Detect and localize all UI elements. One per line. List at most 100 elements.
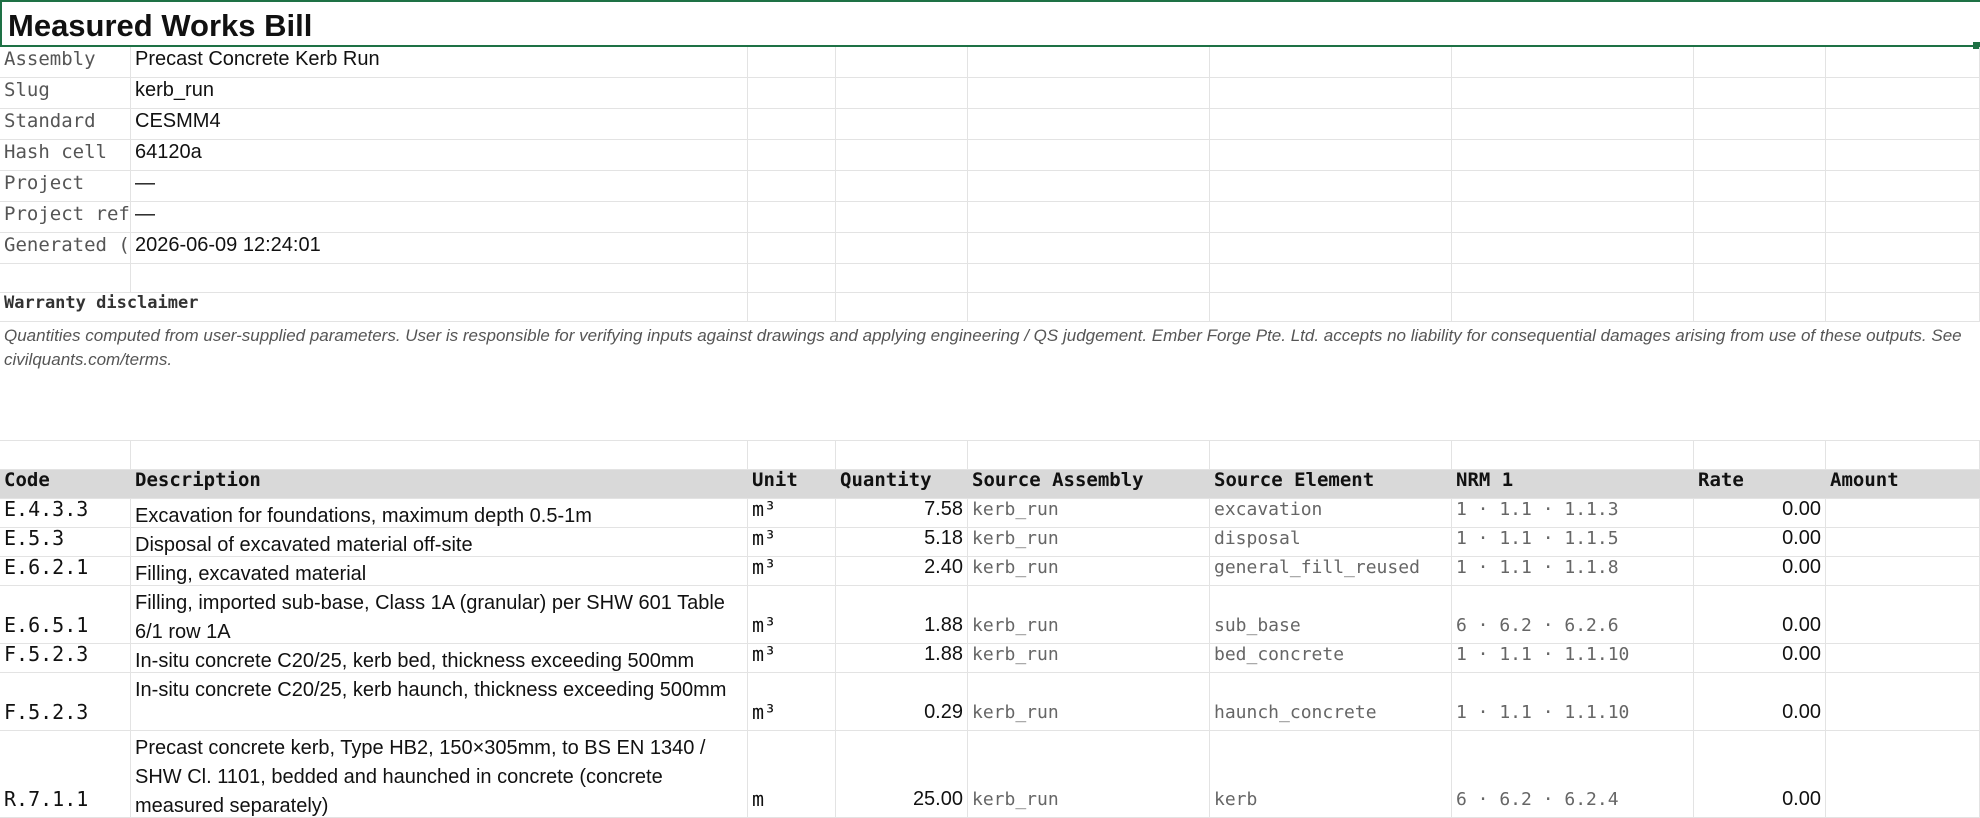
nrm-cell[interactable]: 1 · 1.1 · 1.1.10 [1452, 673, 1694, 730]
rate-cell[interactable]: 0.00 [1694, 499, 1826, 527]
source-assembly-cell[interactable]: kerb_run [968, 731, 1210, 817]
empty-cell[interactable] [1694, 140, 1826, 170]
empty-cell[interactable] [968, 293, 1210, 321]
empty-cell[interactable] [836, 441, 968, 469]
empty-cell[interactable] [968, 47, 1210, 77]
source-element-cell[interactable]: general_fill_reused [1210, 557, 1452, 585]
quantity-cell[interactable]: 5.18 [836, 528, 968, 556]
description-cell[interactable]: In-situ concrete C20/25, kerb haunch, th… [131, 673, 748, 730]
nrm-cell[interactable]: 6 · 6.2 · 6.2.6 [1452, 586, 1694, 643]
empty-cell[interactable] [1452, 264, 1694, 292]
empty-cell[interactable] [1826, 171, 1980, 201]
source-assembly-cell[interactable]: kerb_run [968, 673, 1210, 730]
meta-label[interactable]: Hash cell [0, 140, 131, 170]
source-assembly-cell[interactable]: kerb_run [968, 644, 1210, 672]
nrm-cell[interactable]: 1 · 1.1 · 1.1.3 [1452, 499, 1694, 527]
column-header[interactable]: Source Element [1210, 470, 1452, 498]
column-header[interactable]: Code [0, 470, 131, 498]
empty-cell[interactable] [1826, 140, 1980, 170]
code-cell[interactable]: E.6.2.1 [0, 557, 131, 585]
empty-cell[interactable] [1452, 47, 1694, 77]
source-assembly-cell[interactable]: kerb_run [968, 586, 1210, 643]
code-cell[interactable]: E.6.5.1 [0, 586, 131, 643]
unit-cell[interactable]: m³ [748, 586, 836, 643]
empty-cell[interactable] [1452, 441, 1694, 469]
source-element-cell[interactable]: sub_base [1210, 586, 1452, 643]
empty-cell[interactable] [748, 109, 836, 139]
empty-cell[interactable] [1826, 264, 1980, 292]
empty-cell[interactable] [968, 109, 1210, 139]
rate-cell[interactable]: 0.00 [1694, 644, 1826, 672]
description-cell[interactable]: Disposal of excavated material off-site [131, 528, 748, 556]
source-element-cell[interactable]: excavation [1210, 499, 1452, 527]
empty-cell[interactable] [748, 293, 836, 321]
empty-cell[interactable] [1694, 441, 1826, 469]
empty-cell[interactable] [1452, 78, 1694, 108]
unit-cell[interactable]: m³ [748, 673, 836, 730]
disclaimer-text[interactable]: Quantities computed from user-supplied p… [4, 324, 1964, 372]
nrm-cell[interactable]: 1 · 1.1 · 1.1.8 [1452, 557, 1694, 585]
column-header[interactable]: Rate [1694, 470, 1826, 498]
quantity-cell[interactable]: 7.58 [836, 499, 968, 527]
meta-value[interactable]: — [131, 171, 748, 201]
empty-cell[interactable] [836, 47, 968, 77]
meta-value[interactable]: CESMM4 [131, 109, 748, 139]
code-cell[interactable]: E.5.3 [0, 528, 131, 556]
empty-cell[interactable] [1694, 202, 1826, 232]
meta-value[interactable]: Precast Concrete Kerb Run [131, 47, 748, 77]
unit-cell[interactable]: m³ [748, 557, 836, 585]
empty-cell[interactable] [748, 441, 836, 469]
source-element-cell[interactable]: haunch_concrete [1210, 673, 1452, 730]
empty-cell[interactable] [968, 78, 1210, 108]
meta-label[interactable]: Project ref [0, 202, 131, 232]
empty-cell[interactable] [836, 293, 968, 321]
empty-cell[interactable] [1452, 233, 1694, 263]
empty-cell[interactable] [968, 264, 1210, 292]
amount-cell[interactable] [1826, 499, 1980, 527]
empty-cell[interactable] [836, 264, 968, 292]
empty-cell[interactable] [1210, 140, 1452, 170]
amount-cell[interactable] [1826, 528, 1980, 556]
empty-cell[interactable] [836, 109, 968, 139]
amount-cell[interactable] [1826, 644, 1980, 672]
rate-cell[interactable]: 0.00 [1694, 557, 1826, 585]
empty-cell[interactable] [748, 78, 836, 108]
empty-cell[interactable] [968, 171, 1210, 201]
source-element-cell[interactable]: bed_concrete [1210, 644, 1452, 672]
column-header[interactable]: NRM 1 [1452, 470, 1694, 498]
empty-cell[interactable] [1826, 78, 1980, 108]
column-header[interactable]: Unit [748, 470, 836, 498]
empty-cell[interactable] [1210, 233, 1452, 263]
column-header[interactable]: Source Assembly [968, 470, 1210, 498]
unit-cell[interactable]: m³ [748, 644, 836, 672]
meta-label[interactable]: Standard [0, 109, 131, 139]
empty-cell[interactable] [1210, 109, 1452, 139]
empty-cell[interactable] [1826, 202, 1980, 232]
empty-cell[interactable] [968, 441, 1210, 469]
empty-cell[interactable] [968, 233, 1210, 263]
rate-cell[interactable]: 0.00 [1694, 528, 1826, 556]
rate-cell[interactable]: 0.00 [1694, 673, 1826, 730]
meta-value[interactable]: — [131, 202, 748, 232]
nrm-cell[interactable]: 1 · 1.1 · 1.1.10 [1452, 644, 1694, 672]
empty-cell[interactable] [748, 264, 836, 292]
empty-cell[interactable] [131, 264, 748, 292]
unit-cell[interactable]: m³ [748, 528, 836, 556]
meta-label[interactable]: Assembly [0, 47, 131, 77]
empty-cell[interactable] [1694, 47, 1826, 77]
amount-cell[interactable] [1826, 586, 1980, 643]
empty-cell[interactable] [0, 441, 131, 469]
empty-cell[interactable] [1452, 202, 1694, 232]
column-header[interactable]: Amount [1826, 470, 1980, 498]
nrm-cell[interactable]: 1 · 1.1 · 1.1.5 [1452, 528, 1694, 556]
empty-cell[interactable] [1210, 202, 1452, 232]
amount-cell[interactable] [1826, 673, 1980, 730]
empty-cell[interactable] [1694, 264, 1826, 292]
code-cell[interactable]: F.5.2.3 [0, 644, 131, 672]
quantity-cell[interactable]: 1.88 [836, 644, 968, 672]
source-element-cell[interactable]: disposal [1210, 528, 1452, 556]
empty-cell[interactable] [1452, 109, 1694, 139]
empty-cell[interactable] [968, 202, 1210, 232]
empty-cell[interactable] [748, 233, 836, 263]
quantity-cell[interactable]: 25.00 [836, 731, 968, 817]
